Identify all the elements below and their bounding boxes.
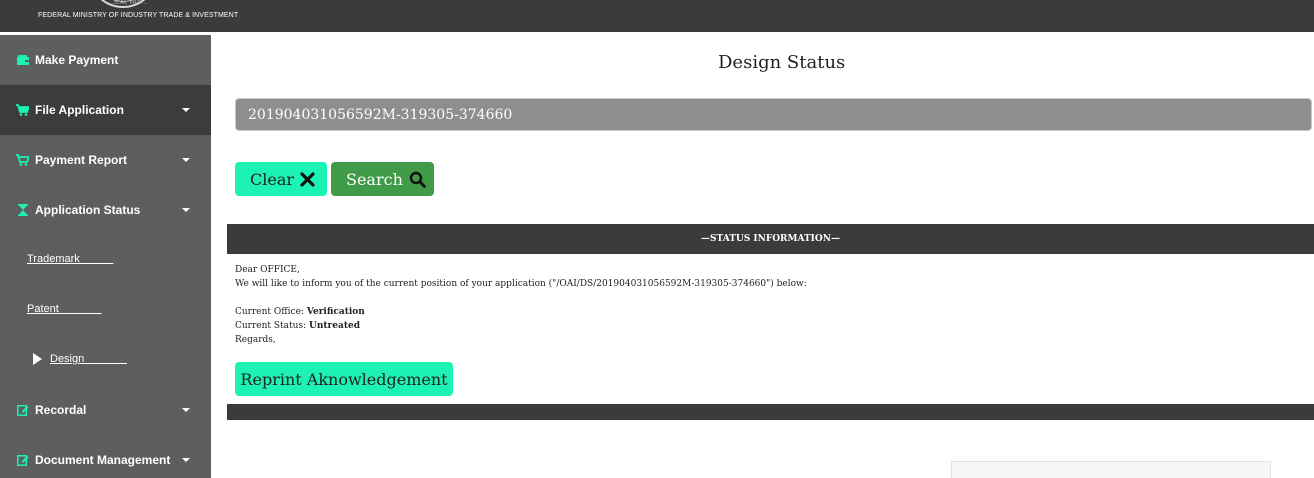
sidebar-subitem-label: Trademark	[27, 253, 114, 265]
inform-text: We will like to inform you of the curren…	[235, 279, 807, 289]
hourglass-icon	[16, 204, 29, 217]
cart-check-icon	[16, 154, 29, 167]
search-button[interactable]: Search	[331, 162, 434, 196]
chevron-down-icon	[182, 108, 190, 112]
ministry-name: FEDERAL MINISTRY OF INDUSTRY TRADE & INV…	[38, 12, 239, 19]
chevron-down-icon	[182, 158, 190, 162]
sidebar-item-label: Make Payment	[35, 53, 119, 67]
sidebar-subitem-label: Patent	[27, 303, 102, 315]
sidebar-item-application-status[interactable]: Application Status	[0, 185, 211, 235]
current-office-line: Current Office: Verification	[235, 305, 807, 319]
current-status-value: Untreated	[308, 321, 360, 331]
current-office-label: Current Office:	[235, 307, 307, 317]
current-status-label: Current Status:	[235, 321, 309, 331]
sidebar-item-label: File Application	[35, 103, 124, 117]
sidebar-item-file-application[interactable]: File Application	[0, 85, 211, 135]
sidebar-item-label: Document Management	[35, 453, 171, 467]
search-icon	[409, 171, 426, 188]
sidebar-item-payment-report[interactable]: Payment Report	[0, 135, 211, 185]
logo-text: ...ICAL PRO...	[108, 0, 148, 6]
sidebar-item-label: Application Status	[35, 203, 141, 217]
close-icon	[300, 171, 315, 187]
status-information-footer	[227, 404, 1314, 420]
clear-button[interactable]: Clear	[235, 162, 327, 196]
sidebar-subitem-patent[interactable]: Patent	[27, 299, 102, 319]
application-number-input[interactable]	[235, 98, 1312, 131]
play-arrow-icon	[33, 353, 42, 365]
chevron-down-icon	[182, 458, 190, 462]
clear-button-label: Clear	[250, 169, 295, 189]
status-information-header: —STATUS INFORMATION—	[227, 224, 1314, 254]
sidebar-item-label: Recordal	[35, 403, 87, 417]
reprint-acknowledgement-button[interactable]: Reprint Aknowledgement	[235, 362, 453, 396]
sidebar-subitem-design[interactable]: Design	[33, 349, 127, 369]
wallet-icon	[16, 54, 29, 67]
cart-icon	[16, 104, 29, 117]
edit-icon	[16, 454, 29, 467]
bottom-panel	[951, 461, 1271, 478]
edit-icon	[16, 404, 29, 417]
current-office-value: Verification	[306, 307, 365, 317]
status-information-body: Dear OFFICE, We will like to inform you …	[235, 263, 807, 347]
top-bar: ...ICAL PRO... FEDERAL MINISTRY OF INDUS…	[0, 0, 1314, 32]
chevron-down-icon	[182, 408, 190, 412]
page-title: Design Status	[718, 52, 846, 73]
sidebar-subitem-trademark[interactable]: Trademark	[27, 249, 113, 269]
chevron-down-icon	[182, 208, 190, 212]
current-status-line: Current Status: Untreated	[235, 319, 807, 333]
regards-text: Regards,	[235, 335, 276, 345]
sidebar-item-recordal[interactable]: Recordal	[0, 385, 211, 435]
sidebar-subitem-label: Design	[50, 353, 128, 365]
sidebar-item-make-payment[interactable]: Make Payment	[0, 35, 211, 85]
salutation-text: Dear OFFICE,	[235, 265, 300, 275]
search-button-label: Search	[346, 169, 403, 189]
sidebar-item-label: Payment Report	[35, 153, 128, 167]
sidebar-item-document-management[interactable]: Document Management	[0, 435, 211, 478]
